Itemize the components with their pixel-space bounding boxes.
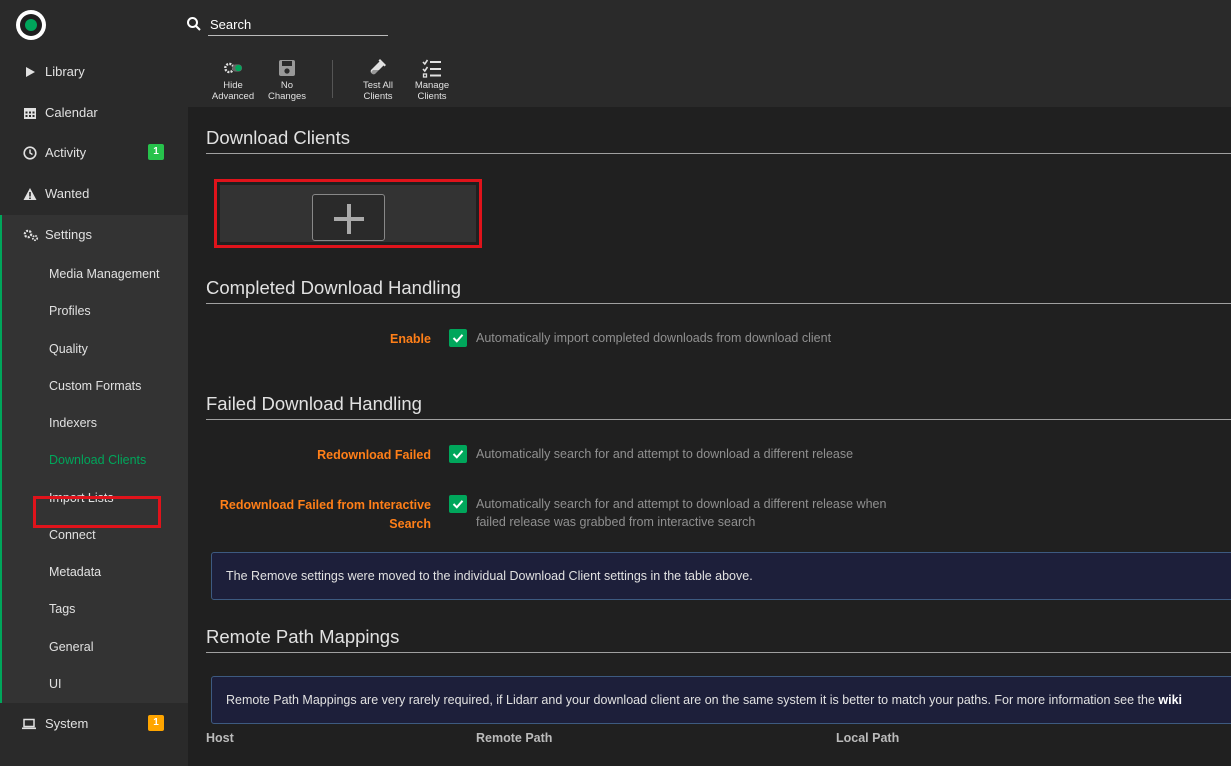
redownload-failed-label: Redownload Failed <box>317 448 431 462</box>
redownload-failed-help-text: Automatically search for and attempt to … <box>476 447 854 461</box>
enable-label: Enable <box>390 332 431 346</box>
redownload-interactive-help-line-1: Automatically search for and attempt to … <box>476 497 887 511</box>
sidebar-item-label: Calendar <box>45 105 98 120</box>
check-icon <box>452 500 464 509</box>
alert-text: The Remove settings were moved to the in… <box>226 569 753 583</box>
section-divider <box>206 652 1231 653</box>
page-toolbar: Hide Advanced No Changes Test All Client… <box>188 52 1231 107</box>
test-all-clients-label: Test All Clients <box>362 80 394 102</box>
redownload-interactive-help-text: Automatically search for and attempt to … <box>476 495 886 531</box>
system-badge: 1 <box>148 715 164 731</box>
sidebar-item-label: System <box>45 716 89 731</box>
redownload-interactive-label: Redownload Failed from Interactive Searc… <box>220 496 431 534</box>
sidebar-subitem-connect[interactable]: Connect <box>49 528 96 542</box>
sidebar-subitem-metadata[interactable]: Metadata <box>49 565 101 579</box>
no-changes-label: No Changes <box>267 80 307 102</box>
top-header <box>0 0 1231 52</box>
sidebar-item-label: Activity <box>45 145 87 160</box>
sidebar-item-label: Settings <box>45 227 92 242</box>
sidebar-item-wanted[interactable]: Wanted <box>0 174 188 214</box>
hide-advanced-label: Hide Advanced <box>211 80 255 102</box>
info-alert-remove-settings: The Remove settings were moved to the in… <box>211 552 1231 600</box>
section-title-download-clients: Download Clients <box>206 127 350 148</box>
sidebar: Library Calendar Activity 1 Wanted Setti… <box>0 52 188 766</box>
save-icon <box>279 60 295 76</box>
warning-icon <box>23 188 37 200</box>
toolbar-separator <box>332 60 333 98</box>
section-divider <box>206 153 1231 154</box>
list-check-icon <box>422 59 441 78</box>
advanced-toggle-icon <box>224 62 243 74</box>
wiki-link[interactable]: wiki <box>1158 693 1182 707</box>
section-title-completed-handling: Completed Download Handling <box>206 277 462 298</box>
add-download-client-button[interactable] <box>312 194 385 241</box>
calendar-icon <box>24 108 36 119</box>
alert-text: Remote Path Mappings are very rarely req… <box>226 693 1159 707</box>
sidebar-item-settings[interactable]: Settings <box>0 215 188 255</box>
column-header-host: Host <box>206 731 234 745</box>
manage-clients-label: Manage Clients <box>414 80 450 102</box>
sidebar-subitem-media-management[interactable]: Media Management <box>49 267 159 281</box>
redownload-failed-checkbox[interactable] <box>449 445 467 463</box>
sidebar-subitem-download-clients[interactable]: Download Clients <box>49 453 146 467</box>
redownload-interactive-checkbox[interactable] <box>449 495 467 513</box>
sidebar-item-label: Wanted <box>45 186 90 201</box>
play-icon <box>26 67 35 77</box>
check-icon <box>452 334 464 343</box>
sidebar-item-activity[interactable]: Activity 1 <box>0 133 188 173</box>
section-divider <box>206 419 1231 420</box>
sidebar-subitem-indexers[interactable]: Indexers <box>49 416 97 430</box>
search-icon <box>187 17 201 31</box>
test-all-clients-button[interactable]: Test All Clients <box>350 58 406 104</box>
redownload-interactive-help-line-2: failed release was grabbed from interact… <box>476 515 756 529</box>
sidebar-item-system[interactable]: System 1 <box>0 704 188 744</box>
highlight-box <box>214 179 482 248</box>
column-header-remote-path: Remote Path <box>476 731 553 745</box>
sidebar-item-library[interactable]: Library <box>0 52 188 92</box>
flask-icon <box>370 59 386 76</box>
check-icon <box>452 450 464 459</box>
laptop-icon <box>22 718 36 730</box>
section-title-remote-path-mappings: Remote Path Mappings <box>206 626 400 647</box>
plus-icon <box>334 204 364 234</box>
info-alert-remote-path: Remote Path Mappings are very rarely req… <box>211 676 1231 724</box>
sidebar-item-label: Library <box>45 64 85 79</box>
redownload-interactive-label-line-2: Search <box>389 517 431 531</box>
sidebar-item-calendar[interactable]: Calendar <box>0 93 188 133</box>
settings-group: Settings Media Management Profiles Quali… <box>0 215 188 703</box>
sidebar-subitem-quality[interactable]: Quality <box>49 342 88 356</box>
add-download-client-card <box>220 185 476 242</box>
section-divider <box>206 303 1231 304</box>
sidebar-subitem-profiles[interactable]: Profiles <box>49 304 91 318</box>
sidebar-subitem-general[interactable]: General <box>49 640 93 654</box>
highlight-box <box>33 496 161 528</box>
manage-clients-button[interactable]: Manage Clients <box>404 58 460 104</box>
sidebar-subitem-custom-formats[interactable]: Custom Formats <box>49 379 141 393</box>
lidarr-logo-icon[interactable] <box>16 10 46 40</box>
redownload-interactive-label-line-1: Redownload Failed from Interactive <box>219 498 431 512</box>
sidebar-subitem-ui[interactable]: UI <box>49 677 62 691</box>
no-changes-button[interactable]: No Changes <box>259 58 315 104</box>
section-title-failed-handling: Failed Download Handling <box>206 393 422 414</box>
search-input[interactable] <box>208 14 388 36</box>
enable-help-text: Automatically import completed downloads… <box>476 331 832 345</box>
activity-badge: 1 <box>148 144 164 160</box>
enable-checkbox[interactable] <box>449 329 467 347</box>
clock-icon <box>23 146 37 160</box>
column-header-local-path: Local Path <box>836 731 900 745</box>
gears-icon <box>23 229 39 242</box>
sidebar-subitem-tags[interactable]: Tags <box>49 602 75 616</box>
hide-advanced-button[interactable]: Hide Advanced <box>205 58 261 104</box>
